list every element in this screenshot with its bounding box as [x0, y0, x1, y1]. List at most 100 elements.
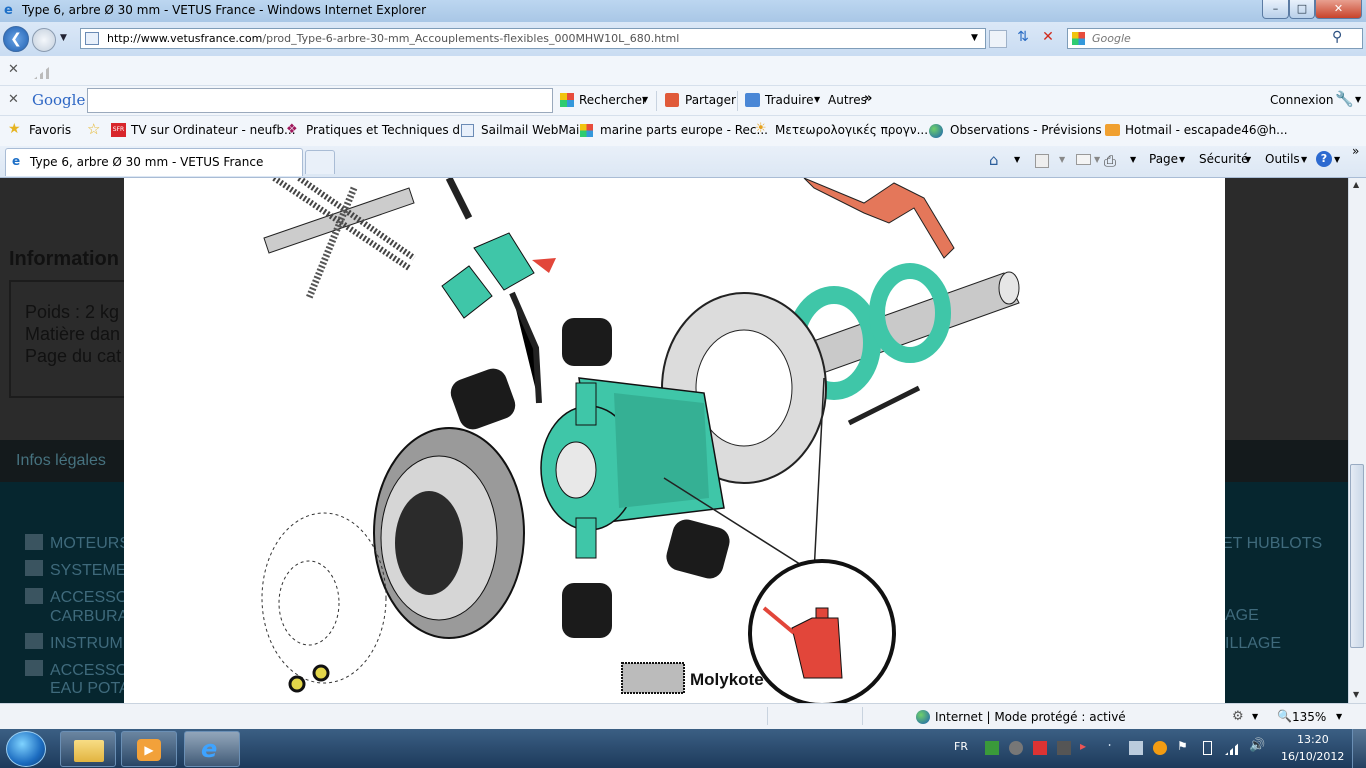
security-dropdown-icon[interactable]: ▼: [1245, 155, 1251, 164]
status-bar: Internet | Mode protégé : activé ⚙ ▼ 🔍 1…: [0, 703, 1366, 729]
close-button[interactable]: ✕: [1315, 0, 1362, 19]
zoom-dropdown-icon[interactable]: ▼: [1336, 712, 1342, 721]
security-zone-text[interactable]: Internet | Mode protégé : activé: [935, 710, 1126, 724]
wrench-icon[interactable]: 🔧: [1335, 90, 1354, 108]
new-tab-button[interactable]: [305, 150, 335, 174]
partager-button[interactable]: Partager: [685, 93, 736, 107]
tools-menu[interactable]: Outils: [1265, 152, 1300, 166]
security-menu[interactable]: Sécurité: [1199, 152, 1249, 166]
google-search-input[interactable]: [87, 88, 553, 113]
toolbar-divider: [737, 91, 738, 111]
mail-dropdown-icon[interactable]: ▼: [1094, 155, 1100, 164]
scroll-up-icon[interactable]: ▲: [1353, 180, 1359, 189]
tray-app-icon[interactable]: [985, 741, 999, 755]
rss-dropdown-icon[interactable]: ▼: [1059, 155, 1065, 164]
mute-icon[interactable]: ▸: [1080, 739, 1086, 753]
bluetooth-icon[interactable]: ᛫: [1106, 739, 1113, 753]
stop-icon[interactable]: ✕: [1038, 29, 1058, 49]
traduire-button[interactable]: Traduire: [765, 93, 813, 107]
tray-app-icon[interactable]: [1057, 741, 1071, 755]
address-bar[interactable]: http://www.vetusfrance.com/prod_Type-6-a…: [80, 28, 986, 49]
forward-button[interactable]: [32, 28, 56, 52]
rechercher-button[interactable]: Rechercher: [579, 93, 647, 107]
oil-can-callout: [748, 559, 896, 703]
zoom-icon[interactable]: 🔍: [1277, 709, 1292, 723]
media-player-taskbar-button[interactable]: ▶: [121, 731, 177, 767]
favorite-link-6[interactable]: Observations - Prévisions ...: [950, 123, 1117, 137]
search-box[interactable]: Google ⚲: [1067, 28, 1363, 49]
volume-icon[interactable]: 🔊: [1249, 738, 1265, 753]
category-link-hublots[interactable]: ET HUBLOTS: [1222, 535, 1322, 553]
tray-app-icon[interactable]: [1009, 741, 1023, 755]
tools-dropdown-icon[interactable]: ▼: [1301, 155, 1307, 164]
favorite-link-2[interactable]: Pratiques et Techniques d...: [306, 123, 471, 137]
scrollbar-thumb[interactable]: [1350, 464, 1364, 648]
category-link-age[interactable]: AGE: [1225, 607, 1259, 625]
add-favorite-icon[interactable]: ☆: [87, 120, 100, 138]
chevron-double-right-icon[interactable]: »: [1352, 144, 1359, 158]
show-desktop-button[interactable]: [1352, 729, 1366, 768]
mail-icon[interactable]: [1076, 154, 1091, 165]
info-line-catalog[interactable]: Page du cat: [25, 346, 121, 367]
category-link-moteurs[interactable]: MOTEURS: [50, 535, 130, 553]
clock-date[interactable]: 16/10/2012: [1281, 750, 1344, 763]
tray-app-icon[interactable]: [1129, 741, 1143, 755]
info-line-material: Matière dan: [25, 324, 121, 344]
tab-active[interactable]: e Type 6, arbre Ø 30 mm - VETUS France: [5, 148, 303, 176]
favorite-link-7[interactable]: Hotmail - escapade46@h...: [1125, 123, 1288, 137]
autres-button[interactable]: Autres: [828, 93, 867, 107]
address-dropdown-icon[interactable]: ▼: [971, 33, 978, 43]
category-link-instruments[interactable]: INSTRUM: [50, 635, 123, 653]
back-button[interactable]: ❮: [3, 26, 29, 52]
bolt-part: [847, 385, 921, 426]
home-icon[interactable]: ⌂: [989, 151, 999, 169]
page-menu[interactable]: Page: [1149, 152, 1178, 166]
privacy-icon[interactable]: ⚙: [1232, 709, 1244, 724]
print-icon[interactable]: ⎙: [1104, 152, 1116, 170]
category-link-accessoires[interactable]: ACCESSO: [50, 589, 128, 607]
favorite-link-3[interactable]: Sailmail WebMail: [481, 123, 583, 137]
favorites-button[interactable]: Favoris: [29, 123, 71, 137]
start-button[interactable]: [6, 731, 46, 767]
legal-link[interactable]: Infos légales: [16, 452, 106, 470]
compat-view-icon[interactable]: [989, 30, 1007, 48]
ie-taskbar-button[interactable]: e: [184, 731, 240, 767]
scroll-down-icon[interactable]: ▼: [1353, 690, 1359, 699]
clock-time[interactable]: 13:20: [1297, 733, 1329, 746]
page-dropdown-icon[interactable]: ▼: [1179, 155, 1185, 164]
wrench-dropdown-icon[interactable]: ▼: [1355, 95, 1361, 104]
rechercher-dropdown-icon[interactable]: ▼: [642, 95, 648, 104]
help-dropdown-icon[interactable]: ▼: [1334, 155, 1340, 164]
help-icon[interactable]: ?: [1316, 151, 1332, 167]
category-link-illage[interactable]: ILLAGE: [1225, 635, 1281, 653]
home-dropdown-icon[interactable]: ▼: [1014, 155, 1020, 164]
battery-icon[interactable]: [1203, 741, 1212, 755]
category-link-eau-potable[interactable]: EAU POTA: [50, 680, 130, 698]
language-indicator[interactable]: FR: [954, 740, 968, 753]
rss-icon[interactable]: [1035, 154, 1049, 168]
zoom-level[interactable]: 135%: [1292, 710, 1326, 724]
favorite-link-5[interactable]: Μετεωρολογικές προγν...: [775, 123, 928, 137]
maximize-button[interactable]: □: [1289, 0, 1315, 19]
action-center-flag-icon[interactable]: ⚑: [1177, 739, 1188, 753]
favorite-link-1[interactable]: TV sur Ordinateur - neufb...: [131, 123, 296, 137]
category-link-systeme[interactable]: SYSTEME: [50, 562, 126, 580]
chevron-double-right-icon[interactable]: »: [864, 91, 872, 106]
category-link-accessoires-eau[interactable]: ACCESSO: [50, 662, 128, 680]
refresh-icon[interactable]: ⇅: [1013, 29, 1033, 49]
favorite-link-4[interactable]: marine parts europe - Rec...: [600, 123, 768, 137]
traduire-dropdown-icon[interactable]: ▼: [814, 95, 820, 104]
privacy-dropdown-icon[interactable]: ▼: [1252, 712, 1258, 721]
google-toolbar-close-icon[interactable]: ✕: [8, 92, 19, 107]
rubber-block-part: [666, 519, 730, 579]
history-dropdown-icon[interactable]: ▼: [60, 33, 67, 43]
tray-app-icon[interactable]: [1033, 741, 1047, 755]
print-dropdown-icon[interactable]: ▼: [1130, 155, 1136, 164]
category-link-carburant[interactable]: CARBURA: [50, 608, 128, 626]
explorer-taskbar-button[interactable]: [60, 731, 116, 767]
minimize-button[interactable]: –: [1262, 0, 1289, 19]
toolbar-close-icon[interactable]: ✕: [8, 62, 19, 77]
tray-app-icon[interactable]: [1153, 741, 1167, 755]
search-icon[interactable]: ⚲: [1332, 29, 1342, 45]
connexion-button[interactable]: Connexion: [1270, 93, 1334, 107]
